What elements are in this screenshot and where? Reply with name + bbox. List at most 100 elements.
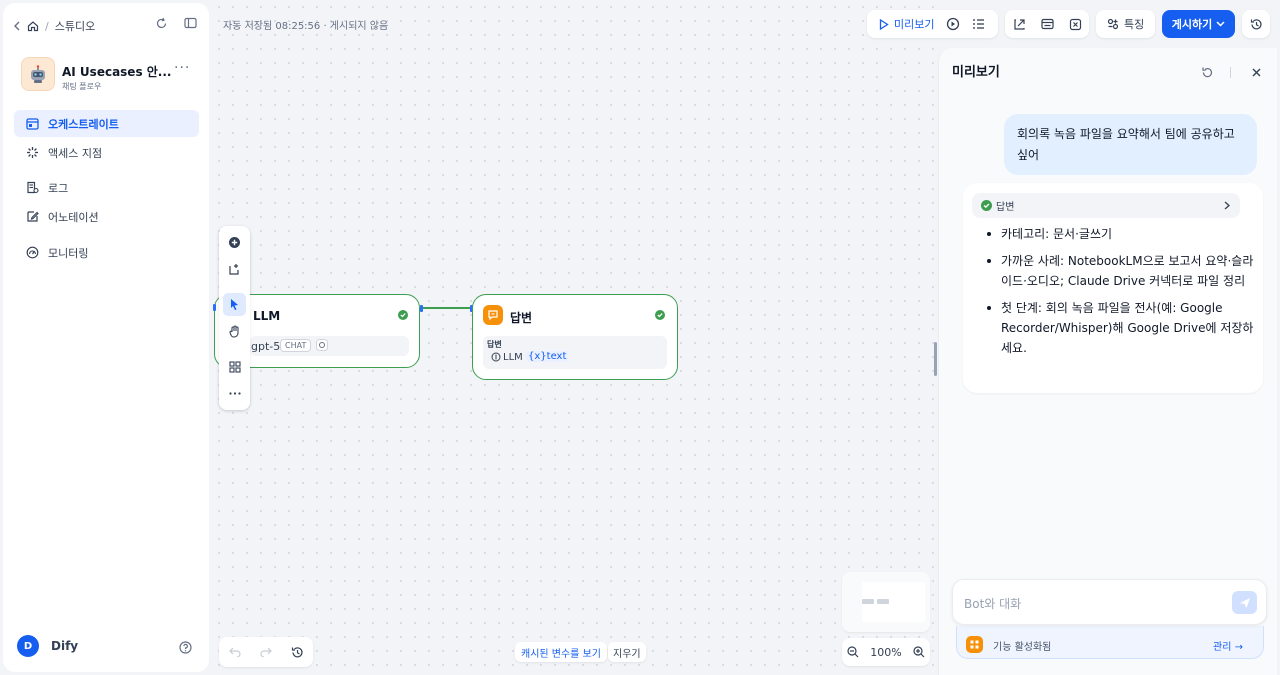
collapse-sidebar-icon[interactable] xyxy=(184,17,197,30)
manage-link[interactable]: 관리 → xyxy=(1213,638,1243,653)
preview-button[interactable]: 미리보기 xyxy=(867,10,942,38)
run-check-icon[interactable] xyxy=(946,17,960,31)
chat-input[interactable]: Bot와 대화 xyxy=(964,595,1021,612)
llm-input-handle[interactable] xyxy=(213,304,216,311)
help-icon[interactable] xyxy=(179,641,192,654)
sidebar-item-access-point[interactable]: 액세스 지점 xyxy=(14,139,199,166)
close-icon[interactable] xyxy=(1252,68,1261,77)
llm-var-icon xyxy=(491,352,501,362)
change-history-icon[interactable] xyxy=(291,646,304,659)
preview-panel: 미리보기 회의록 녹음 파일을 요약해서 팀에 공유하고 싶어 답변 카테고리:… xyxy=(938,48,1277,675)
sidebar-item-label: 오케스트레이트 xyxy=(48,117,119,131)
var-name: {x}text xyxy=(526,351,569,362)
hand-icon[interactable] xyxy=(223,320,246,343)
sidebar-item-label: 액세스 지점 xyxy=(48,146,103,160)
add-node-icon[interactable] xyxy=(223,231,246,254)
sidebar-item-label: 로그 xyxy=(48,181,69,195)
zoom-control: 100% xyxy=(842,638,930,666)
var-source: LLM xyxy=(503,352,523,363)
avatar: D xyxy=(17,635,39,657)
sidebar-item-label: 모니터링 xyxy=(48,246,89,260)
chat-input-box[interactable]: Bot와 대화 xyxy=(952,579,1267,625)
app-name: AI Usecases 안... xyxy=(62,65,172,79)
success-check-icon xyxy=(398,310,408,320)
sidebar: / 스튜디오 AI Usecases 안... 채팅 플로우 ··· 오케스트레… xyxy=(3,3,209,672)
sidebar-item-logs[interactable]: 로그 xyxy=(14,174,199,201)
model-settings-icon[interactable] xyxy=(316,339,328,351)
connection-edge[interactable] xyxy=(421,307,472,309)
user-message: 회의록 녹음 파일을 요약해서 팀에 공유하고 싶어 xyxy=(1004,114,1257,175)
add-note-icon[interactable] xyxy=(223,258,246,281)
undo-redo-group xyxy=(219,637,313,667)
conversation-variables-icon[interactable] xyxy=(1069,18,1082,31)
more-options-icon[interactable]: ··· xyxy=(174,60,190,76)
model-name: gpt-5 xyxy=(251,340,281,353)
save-status: 자동 저장됨 08:25:56 · 게시되지 않음 xyxy=(223,21,389,32)
user-profile[interactable]: D Dify xyxy=(17,635,78,657)
minimap-node xyxy=(862,599,874,604)
monitoring-icon xyxy=(26,246,39,259)
app-card[interactable]: AI Usecases 안... 채팅 플로우 ··· xyxy=(21,57,201,97)
zoom-level[interactable]: 100% xyxy=(870,646,901,659)
breadcrumb-separator: / xyxy=(45,19,49,33)
sidebar-item-annotation[interactable]: 어노테이션 xyxy=(14,203,199,230)
send-icon xyxy=(1239,597,1251,609)
access-point-icon xyxy=(26,146,39,159)
robot-app-icon xyxy=(21,57,55,91)
list-item: 카테고리: 문서·글쓰기 xyxy=(983,224,1255,244)
sidebar-item-monitoring[interactable]: 모니터링 xyxy=(14,239,199,266)
back-chevron-icon[interactable] xyxy=(13,21,21,31)
panel-title: 미리보기 xyxy=(952,65,1000,80)
publish-button[interactable]: 게시하기 xyxy=(1162,10,1235,38)
answer-list: 카테고리: 문서·글쓰기 가까운 사례: NotebookLM으로 보고서 요약… xyxy=(983,224,1255,365)
breadcrumb-studio[interactable]: 스튜디오 xyxy=(55,18,95,34)
panel-resize-handle[interactable] xyxy=(934,342,937,376)
workflow-label: 답변 xyxy=(996,202,1015,213)
llm-node-title: LLM xyxy=(253,309,281,323)
minimap[interactable] xyxy=(842,572,930,632)
preview-toolbar-group: 미리보기 xyxy=(867,10,998,38)
history-icon xyxy=(1250,18,1263,31)
list-item: 첫 단계: 회의 녹음 파일을 전사(예: Google Recorder/Wh… xyxy=(983,298,1255,358)
version-history-button[interactable] xyxy=(1242,10,1270,38)
llm-output-handle[interactable] xyxy=(420,305,423,312)
view-cached-variables-button[interactable]: 캐시된 변수를 보기 xyxy=(515,642,607,662)
success-check-icon xyxy=(655,310,665,320)
redo-icon[interactable] xyxy=(259,647,272,657)
features-icon xyxy=(966,636,983,653)
restart-icon[interactable] xyxy=(1201,66,1214,79)
pointer-icon[interactable] xyxy=(223,293,246,316)
list-item: 가까운 사례: NotebookLM으로 보고서 요약·슬라이드·오디오; Cl… xyxy=(983,251,1255,291)
chevron-right-icon xyxy=(1224,201,1230,210)
more-icon[interactable] xyxy=(223,382,246,405)
env-variables-icon[interactable] xyxy=(1040,18,1054,30)
organize-blocks-icon[interactable] xyxy=(223,355,246,378)
divider xyxy=(1230,67,1231,78)
send-button[interactable] xyxy=(1232,591,1257,614)
chat-badge: CHAT xyxy=(280,339,312,352)
home-icon[interactable] xyxy=(27,20,39,32)
canvas-toolbar-overlay xyxy=(219,226,250,410)
orchestrate-icon xyxy=(26,117,39,130)
chevron-down-icon xyxy=(1216,21,1225,27)
annotation-icon xyxy=(26,210,39,223)
zoom-in-icon[interactable] xyxy=(912,646,925,658)
clear-button[interactable]: 지우기 xyxy=(608,642,646,662)
checklist-icon[interactable] xyxy=(972,18,985,30)
user-name: Dify xyxy=(51,639,79,653)
workflow-process-row[interactable]: 답변 xyxy=(972,193,1240,218)
play-icon xyxy=(879,18,889,30)
features-button[interactable]: 특징 xyxy=(1096,10,1155,38)
logs-icon xyxy=(26,181,39,194)
features-enabled-bar: 기능 활성화됨 관리 → xyxy=(956,626,1264,659)
sidebar-item-orchestrate[interactable]: 오케스트레이트 xyxy=(14,110,199,137)
refresh-icon[interactable] xyxy=(155,17,168,30)
features-icon xyxy=(1107,18,1119,30)
zoom-out-icon[interactable] xyxy=(847,646,859,658)
feature-status: 기능 활성화됨 xyxy=(993,642,1052,653)
minimap-node xyxy=(877,599,889,604)
success-check-icon xyxy=(981,200,992,211)
sidebar-item-label: 어노테이션 xyxy=(48,210,99,224)
undo-icon[interactable] xyxy=(228,647,241,657)
import-icon[interactable] xyxy=(1013,18,1026,31)
